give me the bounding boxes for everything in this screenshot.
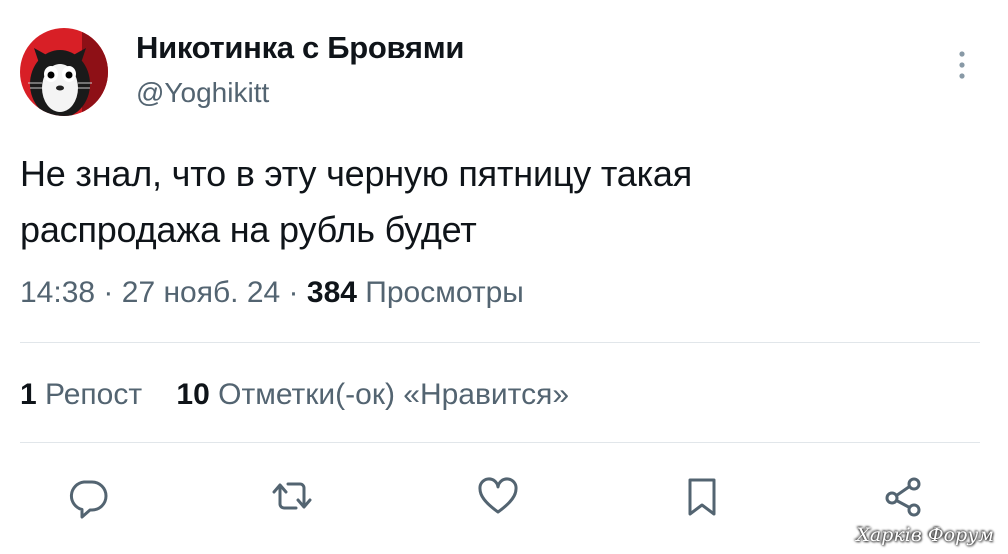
- bookmark-icon: [688, 478, 716, 516]
- divider: [20, 442, 980, 443]
- likes-label: Отметки(-ок) «Нравится»: [218, 378, 570, 411]
- tweet-text: Не знал, что в эту черную пятницу такая …: [20, 146, 980, 258]
- divider: [20, 342, 980, 343]
- heart-icon: [478, 477, 518, 514]
- reply-button[interactable]: [64, 472, 112, 520]
- meta-separator: ·: [288, 276, 299, 309]
- reposts-stat[interactable]: 1 Репост: [20, 378, 142, 411]
- likes-stat[interactable]: 10 Отметки(-ок) «Нравится»: [176, 378, 569, 411]
- reply-icon: [69, 480, 108, 519]
- tweet-stats: 1 Репост 10 Отметки(-ок) «Нравится»: [20, 378, 595, 412]
- tweet-meta: 14:38 · 27 нояб. 24 · 384 Просмотры: [20, 276, 524, 310]
- display-name[interactable]: Никотинка с Бровями: [136, 30, 464, 66]
- tweet-text-line: Не знал, что в эту черную пятницу такая: [20, 153, 693, 194]
- tweet-card: Никотинка с Бровями @Yoghikitt Не знал, …: [0, 0, 1008, 554]
- bookmark-button[interactable]: [678, 472, 726, 520]
- reposts-label: Репост: [45, 378, 143, 411]
- tweet-date[interactable]: 27 нояб. 24: [122, 276, 280, 309]
- reposts-count: 1: [20, 378, 37, 411]
- repost-icon: [272, 482, 312, 510]
- user-handle[interactable]: @Yoghikitt: [136, 77, 269, 109]
- watermark: Харків Форум: [856, 524, 994, 546]
- like-button[interactable]: [474, 472, 522, 520]
- action-bar: [0, 472, 1008, 528]
- views-count: 384: [306, 276, 357, 309]
- repost-button[interactable]: [268, 472, 316, 520]
- views-label: Просмотры: [365, 276, 524, 309]
- cat-avatar-image: [20, 28, 108, 116]
- likes-count: 10: [176, 378, 210, 411]
- tweet-text-line: распродажа на рубль будет: [20, 209, 477, 250]
- tweet-time[interactable]: 14:38: [20, 276, 95, 309]
- avatar[interactable]: [20, 28, 108, 116]
- more-options-icon[interactable]: [950, 48, 974, 82]
- share-button[interactable]: [880, 472, 928, 520]
- meta-separator: ·: [103, 276, 114, 309]
- share-icon: [885, 477, 921, 517]
